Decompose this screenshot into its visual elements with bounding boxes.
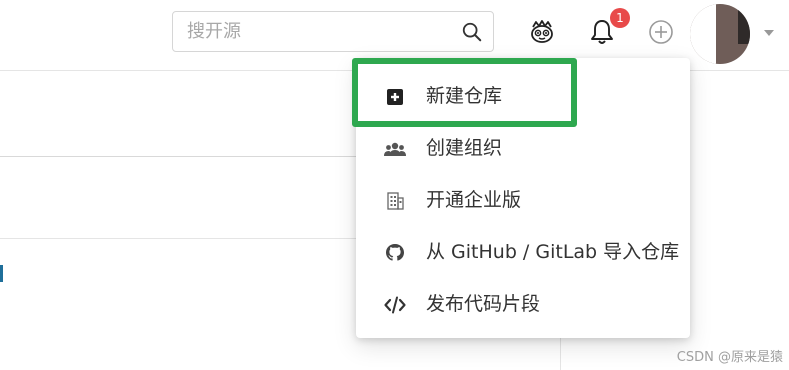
- menu-item-label: 新建仓库: [426, 85, 503, 107]
- menu-item-label: 创建组织: [426, 137, 503, 159]
- menu-item-enterprise[interactable]: 开通企业版: [356, 175, 690, 227]
- plus-square-icon: [387, 89, 403, 105]
- avatar-mask: [690, 4, 716, 64]
- mascot-icon[interactable]: [528, 18, 556, 46]
- search-box[interactable]: [172, 11, 494, 52]
- column-divider: [560, 338, 561, 370]
- avatar-shadow: [738, 4, 750, 44]
- users-icon: [384, 142, 406, 156]
- left-accent-mark: [0, 265, 3, 282]
- menu-item-publish-snippet[interactable]: 发布代码片段: [356, 279, 690, 331]
- menu-item-import-repo[interactable]: 从 GitHub / GitLab 导入仓库: [356, 227, 690, 279]
- menu-item-label: 开通企业版: [426, 189, 522, 211]
- caret-down-icon[interactable]: [763, 28, 775, 38]
- search-input[interactable]: [187, 12, 447, 51]
- create-dropdown-menu: 新建仓库 创建组织 开通企业版 从 GitHub / GitLab 导入仓库 发…: [356, 58, 690, 338]
- watermark: CSDN @原来是猿: [676, 350, 783, 365]
- content-divider: [0, 156, 360, 157]
- search-icon[interactable]: [461, 21, 483, 43]
- code-icon: [384, 296, 406, 314]
- menu-item-new-repo[interactable]: 新建仓库: [356, 71, 690, 123]
- content-divider: [0, 238, 360, 239]
- menu-item-label: 发布代码片段: [426, 293, 541, 315]
- notification-badge: 1: [610, 8, 630, 28]
- github-icon: [386, 244, 404, 261]
- menu-item-create-org[interactable]: 创建组织: [356, 123, 690, 175]
- avatar[interactable]: [690, 4, 750, 64]
- plus-circle-icon[interactable]: [647, 18, 675, 46]
- building-icon: [387, 192, 404, 210]
- menu-item-label: 从 GitHub / GitLab 导入仓库: [426, 241, 680, 263]
